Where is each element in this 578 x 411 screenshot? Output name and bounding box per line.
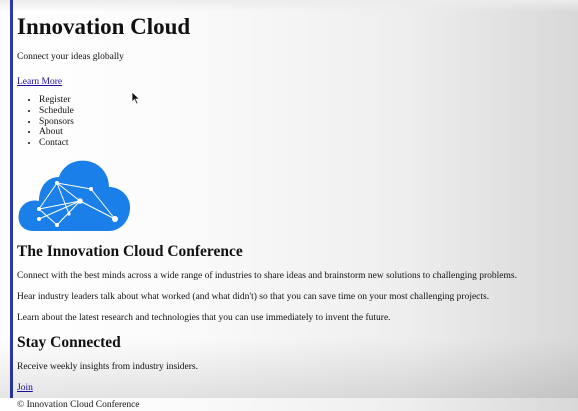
nav-item-contact: Contact xyxy=(39,138,572,149)
newsletter-text: Receive weekly insights from industry in… xyxy=(17,361,198,372)
conference-heading: The Innovation Cloud Conference xyxy=(17,242,243,260)
nav-item-register: Register xyxy=(39,95,572,106)
stay-connected-heading: Stay Connected xyxy=(17,333,121,351)
nav-list: Register Schedule Sponsors About Contact xyxy=(17,95,572,149)
tagline: Connect your ideas globally xyxy=(17,52,124,62)
conference-paragraph-3: Learn about the latest research and tech… xyxy=(17,312,391,323)
conference-paragraph-1: Connect with the best minds across a wid… xyxy=(17,270,517,281)
page-title: Innovation Cloud xyxy=(17,14,191,39)
nav-item-sponsors: Sponsors xyxy=(39,117,572,128)
nav-item-schedule: Schedule xyxy=(39,106,572,117)
left-edge-bar xyxy=(10,0,13,398)
mouse-cursor-icon xyxy=(131,91,141,105)
cloud-logo xyxy=(17,157,131,233)
cloud-network-icon xyxy=(18,160,131,231)
page-content: Innovation Cloud Connect your ideas glob… xyxy=(17,0,572,411)
conference-paragraph-2: Hear industry leaders talk about what wo… xyxy=(17,291,490,302)
learn-more-link[interactable]: Learn More xyxy=(17,76,572,88)
nav-item-about: About xyxy=(39,127,572,138)
footer-copyright: © Innovation Cloud Conference xyxy=(17,399,140,410)
join-link[interactable]: Join xyxy=(17,382,572,394)
